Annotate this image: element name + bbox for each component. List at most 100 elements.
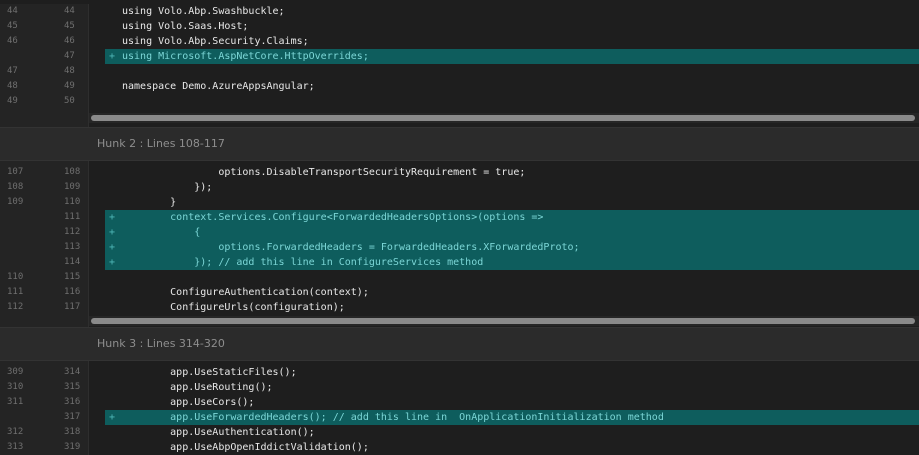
diff-line: 49 50 [0, 94, 919, 109]
diff-line: 110 115 [0, 270, 919, 285]
new-line-number: 114 [64, 257, 81, 267]
diff-line: 309 314 app.UseStaticFiles(); [0, 365, 919, 380]
code-text: ConfigureAuthentication(context); [122, 287, 369, 298]
diff-line: 109 110 } [0, 195, 919, 210]
new-line-number: 109 [64, 182, 81, 192]
code-text: app.UseForwardedHeaders(); // add this l… [122, 412, 664, 423]
horizontal-scrollbar[interactable] [0, 109, 919, 127]
diff-line: 47 48 [0, 64, 919, 79]
code-text: using Volo.Abp.Swashbuckle; [122, 6, 285, 17]
new-line-number: 111 [64, 212, 81, 222]
new-line-number: 47 [64, 51, 75, 61]
new-line-number: 319 [64, 442, 81, 452]
diff-line: 46 46 using Volo.Abp.Security.Claims; [0, 34, 919, 49]
hunk-header: Hunk 2 : Lines 108-117 [0, 127, 919, 161]
new-line-number: 110 [64, 197, 81, 207]
scrollbar-thumb[interactable] [91, 318, 915, 324]
new-line-number: 314 [64, 367, 81, 377]
diff-line: 44 44 using Volo.Abp.Swashbuckle; [0, 4, 919, 19]
new-line-number: 50 [64, 96, 75, 106]
diff-line: 48 49 namespace Demo.AzureAppsAngular; [0, 79, 919, 94]
diff-line: 45 45 using Volo.Saas.Host; [0, 19, 919, 34]
diff-viewer: 44 44 using Volo.Abp.Swashbuckle; 45 45 usin… [0, 0, 919, 455]
hunk-title: Hunk 3 : Lines 314-320 [97, 337, 225, 350]
new-line-number: 318 [64, 427, 81, 437]
diff-marker: + [109, 51, 116, 62]
new-line-number: 315 [64, 382, 81, 392]
diff-line: 108 109 }); [0, 180, 919, 195]
old-line-number: 108 [7, 182, 24, 192]
old-line-number: 109 [7, 197, 24, 207]
code-text: using Volo.Abp.Security.Claims; [122, 36, 309, 47]
new-line-number: 316 [64, 397, 81, 407]
code-text: namespace Demo.AzureAppsAngular; [122, 81, 315, 92]
new-line-number: 117 [64, 302, 81, 312]
old-line-number: 309 [7, 367, 24, 377]
new-line-number: 49 [64, 81, 75, 91]
diff-line: 313 319 app.UseAbpOpenIddictValidation(); [0, 440, 919, 455]
old-line-number: 107 [7, 167, 24, 177]
code-text: } [122, 197, 177, 208]
code-text: app.UseRouting(); [122, 382, 273, 393]
diff-marker: + [109, 242, 116, 253]
new-line-number: 108 [64, 167, 81, 177]
code-text: options.ForwardedHeaders = ForwardedHead… [122, 242, 580, 253]
diff-line: 310 315 app.UseRouting(); [0, 380, 919, 395]
code-text: context.Services.Configure<ForwardedHead… [122, 212, 544, 223]
old-line-number: 310 [7, 382, 24, 392]
old-line-number: 312 [7, 427, 24, 437]
old-line-number: 48 [7, 81, 18, 91]
code-text: using Microsoft.AspNetCore.HttpOverrides… [122, 51, 369, 62]
old-line-number: 45 [7, 21, 18, 31]
diff-line-added: 317 + app.UseForwardedHeaders(); // add t… [0, 410, 919, 425]
new-line-number: 116 [64, 287, 81, 297]
diff-line-added: 47 + using Microsoft.AspNetCore.HttpOverri… [0, 49, 919, 64]
old-line-number: 313 [7, 442, 24, 452]
old-line-number: 112 [7, 302, 24, 312]
diff-line-added: 114 + }); // add this line in ConfigureSe… [0, 255, 919, 270]
old-line-number: 49 [7, 96, 18, 106]
new-line-number: 48 [64, 66, 75, 76]
diff-line: 111 116 ConfigureAuthentication(context); [0, 285, 919, 300]
new-line-number: 115 [64, 272, 81, 282]
hunk-2: 107 108 options.DisableTransportSecurityR… [0, 161, 919, 327]
diff-line-added: 112 + { [0, 225, 919, 240]
code-text: }); [122, 182, 213, 193]
diff-marker: + [109, 412, 116, 423]
code-text: }); // add this line in ConfigureService… [122, 257, 484, 268]
scrollbar-thumb[interactable] [91, 115, 915, 121]
new-line-number: 112 [64, 227, 81, 237]
diff-marker: + [109, 257, 116, 268]
code-text: app.UseAbpOpenIddictValidation(); [122, 442, 369, 453]
diff-line-added: 113 + options.ForwardedHeaders = Forwarde… [0, 240, 919, 255]
new-line-number: 46 [64, 36, 75, 46]
new-line-number: 113 [64, 242, 81, 252]
hunk-title: Hunk 2 : Lines 108-117 [97, 137, 225, 150]
horizontal-scrollbar[interactable] [0, 315, 919, 327]
old-line-number: 311 [7, 397, 24, 407]
code-text: app.UseAuthentication(); [122, 427, 315, 438]
new-line-number: 45 [64, 21, 75, 31]
diff-line: 112 117 ConfigureUrls(configuration); [0, 300, 919, 315]
old-line-number: 44 [7, 6, 18, 16]
diff-marker: + [109, 227, 116, 238]
hunk-3: 309 314 app.UseStaticFiles(); 310 315 app.… [0, 361, 919, 455]
diff-marker: + [109, 212, 116, 223]
old-line-number: 47 [7, 66, 18, 76]
code-text: { [122, 227, 201, 238]
new-line-number: 317 [64, 412, 81, 422]
old-line-number: 110 [7, 272, 24, 282]
old-line-number: 46 [7, 36, 18, 46]
hunk-1: 44 44 using Volo.Abp.Swashbuckle; 45 45 usin… [0, 0, 919, 127]
new-line-number: 44 [64, 6, 75, 16]
diff-line: 312 318 app.UseAuthentication(); [0, 425, 919, 440]
old-line-number: 111 [7, 287, 24, 297]
diff-line: 311 316 app.UseCors(); [0, 395, 919, 410]
code-text: ConfigureUrls(configuration); [122, 302, 345, 313]
code-text: using Volo.Saas.Host; [122, 21, 249, 32]
code-text: options.DisableTransportSecurityRequirem… [122, 167, 526, 178]
diff-line: 107 108 options.DisableTransportSecurityR… [0, 165, 919, 180]
diff-line-added: 111 + context.Services.Configure<Forwarde… [0, 210, 919, 225]
code-text: app.UseCors(); [122, 397, 255, 408]
code-text: app.UseStaticFiles(); [122, 367, 297, 378]
